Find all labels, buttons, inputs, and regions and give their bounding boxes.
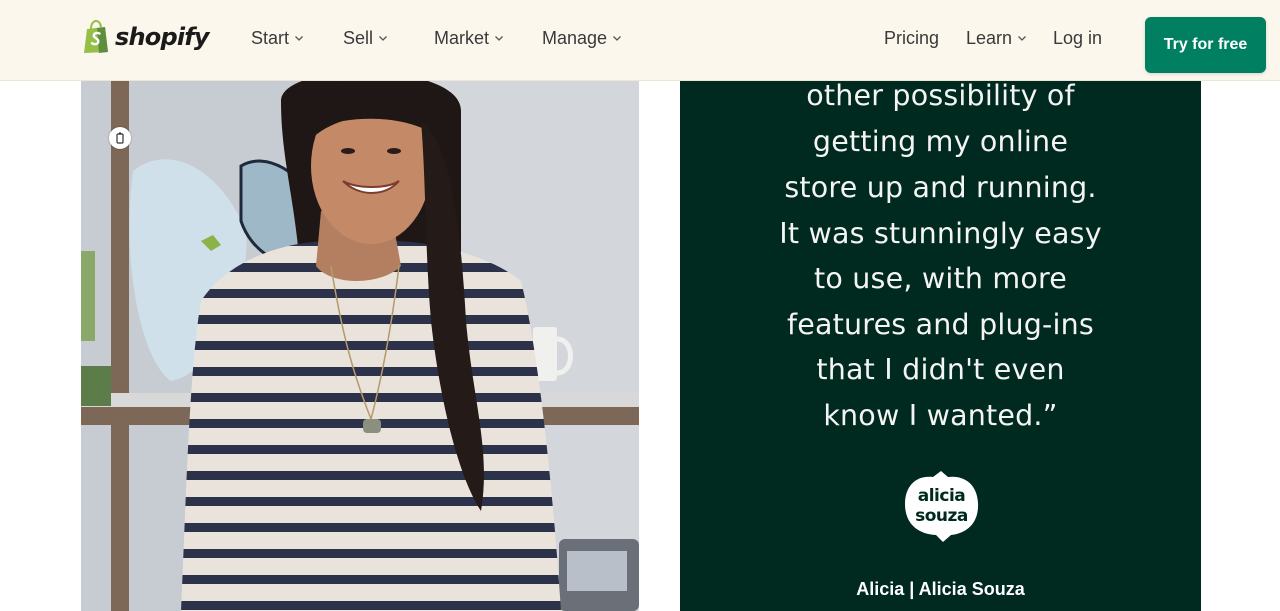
- nav-learn[interactable]: Learn: [966, 25, 1027, 51]
- logo-wordmark: shopify: [115, 23, 210, 51]
- quote-line: other possibility of: [806, 79, 1075, 112]
- svg-text:alicia: alicia: [918, 486, 966, 506]
- nav-label: Log in: [1053, 27, 1103, 48]
- nav-label: Sell: [343, 27, 374, 48]
- chevron-down-icon: [1018, 36, 1027, 41]
- testimonial-quote-panel: other possibility of getting my online s…: [680, 79, 1201, 611]
- chevron-down-icon: [613, 36, 622, 41]
- quote-line: to use, with more: [814, 262, 1067, 295]
- quote-line: that I didn't even: [816, 353, 1065, 386]
- testimonial-attribution: Alicia | Alicia Souza: [856, 579, 1025, 599]
- nav-log-in[interactable]: Log in: [1053, 25, 1102, 51]
- chevron-down-icon: [379, 36, 387, 41]
- quote-line: It was stunningly easy: [779, 217, 1102, 250]
- nav-start[interactable]: Start: [251, 25, 304, 51]
- nav-market[interactable]: Market: [434, 25, 504, 51]
- nav-manage[interactable]: Manage: [542, 25, 622, 51]
- nav-label: Start: [251, 27, 290, 48]
- shopify-logo[interactable]: shopify: [81, 19, 210, 55]
- nav-sell[interactable]: Sell: [343, 25, 388, 51]
- nav-label: Learn: [966, 27, 1013, 48]
- nav-label: Market: [434, 27, 490, 48]
- photo-credit-badge[interactable]: [109, 127, 131, 149]
- shopping-bag-icon: [84, 20, 108, 53]
- quote-line: store up and running.: [784, 171, 1097, 204]
- nav-label: Manage: [542, 27, 608, 48]
- quote-line: features and plug-ins: [787, 308, 1094, 341]
- quote-line: know I wanted.”: [823, 399, 1058, 432]
- chevron-down-icon: [295, 36, 303, 41]
- alicia-souza-logo: alicia souza: [905, 471, 979, 542]
- chevron-down-icon: [495, 36, 503, 41]
- info-icon: [116, 132, 124, 144]
- site-header: shopify Start Sell Market Manage Pricing…: [0, 0, 1280, 81]
- quote-line: getting my online: [812, 125, 1069, 158]
- svg-text:souza: souza: [915, 506, 968, 526]
- nav-label: Pricing: [884, 27, 940, 48]
- testimonial-photo: [81, 81, 639, 611]
- nav-pricing[interactable]: Pricing: [884, 25, 939, 51]
- try-for-free-button[interactable]: Try for free: [1145, 17, 1266, 73]
